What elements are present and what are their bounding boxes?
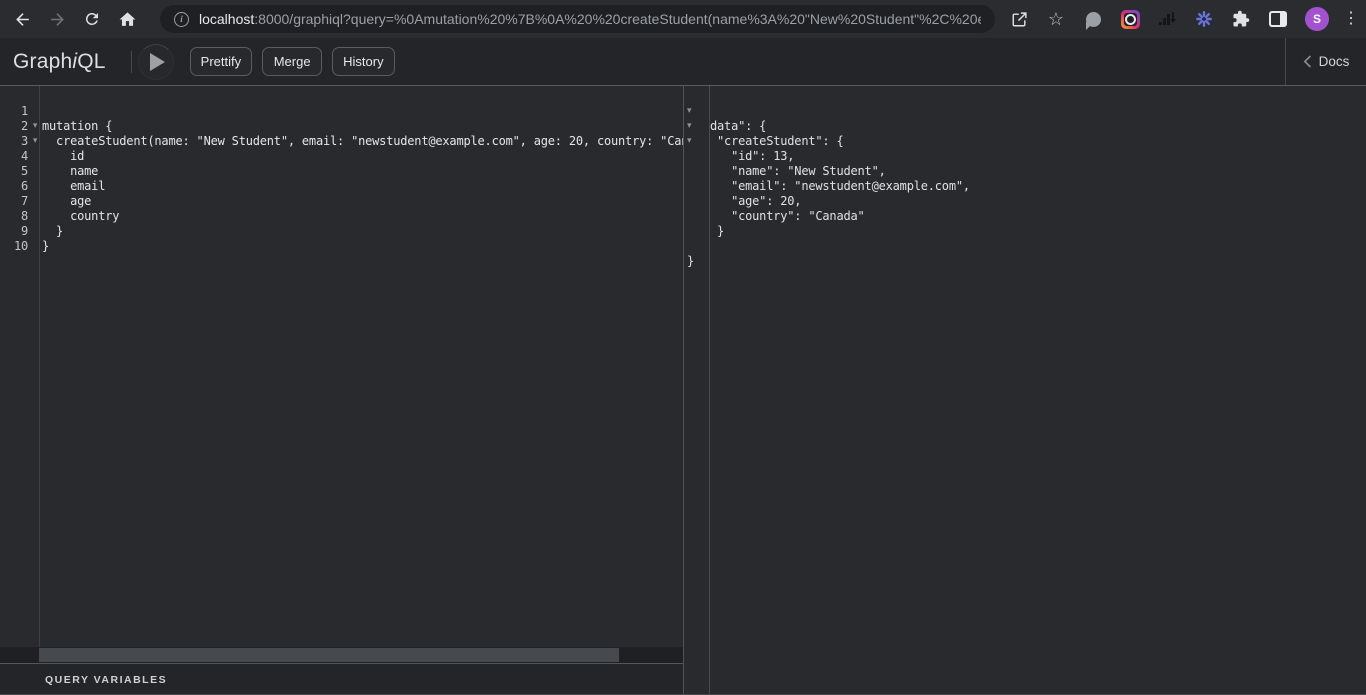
result-line-text: } — [687, 254, 694, 269]
code-line[interactable]: 3 ▾ createStudent(name: "New Student", e… — [0, 134, 683, 149]
result-pane[interactable]: ▾ ▾ data": { ▾ "createStudent": { — [684, 86, 1366, 695]
line-number: 1 — [0, 104, 28, 119]
graphiql-logo: GraphiQL — [13, 50, 106, 74]
result-line: ▾ "country": "Canada" — [684, 209, 1366, 224]
query-variables-label: QUERY VARIABLES — [45, 674, 167, 686]
line-number: 9 — [0, 224, 28, 239]
code-line[interactable]: 6 ▾ email — [0, 179, 683, 194]
query-variables-bar[interactable]: QUERY VARIABLES — [0, 663, 683, 695]
code-line-text: } — [42, 239, 49, 254]
result-line: ▾ } — [684, 224, 1366, 239]
result-line: ▾ — [684, 104, 1366, 119]
toolbar-button[interactable]: Merge — [262, 47, 322, 76]
toolbar-button[interactable]: Prettify — [190, 47, 252, 76]
bookmark-star-icon[interactable]: ☆ — [1046, 9, 1066, 29]
graphiql-app-window: i localhost:8000/graphiql?query=%0Amutat… — [0, 0, 1366, 695]
code-line[interactable]: 2 ▾ mutation { — [0, 119, 683, 134]
side-panel-icon[interactable] — [1268, 9, 1288, 29]
line-number: 7 — [0, 194, 28, 209]
profile-avatar[interactable]: S — [1305, 7, 1329, 31]
fold-arrow-icon[interactable]: ▾ — [684, 134, 710, 149]
result-line: ▾ data": { — [684, 119, 1366, 134]
code-line-text: name — [42, 164, 98, 179]
url-text[interactable]: localhost:8000/graphiql?query=%0Amutatio… — [199, 11, 981, 27]
result-line: ▾ } — [684, 254, 1366, 269]
fold-arrow-icon[interactable]: ▾ — [684, 104, 710, 119]
extension-burst-icon[interactable] — [1194, 9, 1214, 29]
play-icon — [150, 53, 165, 71]
site-info-icon[interactable]: i — [174, 12, 189, 27]
extension-balloon-icon[interactable] — [1083, 9, 1103, 29]
result-line-text: data": { — [710, 119, 766, 134]
forward-button[interactable] — [47, 9, 67, 29]
result-line-text: "createStudent": { — [710, 134, 843, 149]
reload-button[interactable] — [82, 9, 102, 29]
code-line-text: } — [42, 224, 63, 239]
code-line[interactable]: 8 ▾ country — [0, 209, 683, 224]
code-line-text: id — [42, 149, 84, 164]
code-line[interactable]: 4 ▾ id — [0, 149, 683, 164]
docs-toggle[interactable]: Docs — [1285, 38, 1366, 85]
home-button[interactable] — [117, 9, 137, 29]
extensions-puzzle-icon[interactable] — [1231, 9, 1251, 29]
code-line-text: createStudent(name: "New Student", email… — [42, 134, 683, 149]
toolbar-divider — [131, 51, 132, 73]
code-line[interactable]: 7 ▾ age — [0, 194, 683, 209]
fold-arrow-icon[interactable]: ▾ — [684, 119, 710, 134]
code-line-text: age — [42, 194, 91, 209]
result-line: ▾ — [684, 239, 1366, 254]
result-line: ▾ "name": "New Student", — [684, 164, 1366, 179]
hscrollbar[interactable] — [0, 647, 683, 663]
extension-signal-icon[interactable] — [1157, 9, 1177, 29]
fold-arrow-icon[interactable]: ▾ — [28, 134, 42, 149]
line-number: 2 — [0, 119, 28, 134]
result-line-text: "id": 13, — [710, 149, 794, 164]
chevron-left-icon — [1303, 55, 1312, 68]
result-line: ▾ "id": 13, — [684, 149, 1366, 164]
workspace: 1 ▾ 2 ▾ mutation { 3 ▾ createStudent(na — [0, 86, 1366, 695]
extension-instagram-icon[interactable] — [1120, 9, 1140, 29]
code-line[interactable]: 1 ▾ — [0, 104, 683, 119]
code-line[interactable]: 5 ▾ name — [0, 164, 683, 179]
line-number: 4 — [0, 149, 28, 164]
query-editor[interactable]: 1 ▾ 2 ▾ mutation { 3 ▾ createStudent(na — [0, 86, 684, 695]
line-number: 3 — [0, 134, 28, 149]
result-line: ▾ "createStudent": { — [684, 134, 1366, 149]
code-line-text: country — [42, 209, 119, 224]
docs-label: Docs — [1319, 54, 1350, 69]
hscrollbar-thumb[interactable] — [39, 648, 619, 662]
result-line-text: "country": "Canada" — [710, 209, 865, 224]
execute-button[interactable] — [138, 44, 174, 80]
line-number: 8 — [0, 209, 28, 224]
url-host: localhost — [199, 11, 254, 27]
fold-arrow-icon[interactable]: ▾ — [28, 119, 42, 134]
url-path: :8000/graphiql?query=%0Amutation%20%7B%0… — [254, 11, 981, 27]
result-line: ▾ "age": 20, — [684, 194, 1366, 209]
code-line[interactable]: 10 ▾ } — [0, 239, 683, 254]
avatar-letter: S — [1305, 7, 1329, 31]
browser-menu-icon[interactable]: ⋮ — [1346, 9, 1356, 29]
code-line-text: email — [42, 179, 105, 194]
code-line-text: mutation { — [42, 119, 112, 134]
result-line: ▾ "email": "newstudent@example.com", — [684, 179, 1366, 194]
result-line-text: "age": 20, — [710, 194, 801, 209]
toolbar-button[interactable]: History — [332, 47, 394, 76]
result-line-text: "name": "New Student", — [710, 164, 886, 179]
line-number: 10 — [0, 239, 28, 254]
result-line-text: } — [710, 224, 724, 239]
browser-toolbar: i localhost:8000/graphiql?query=%0Amutat… — [0, 0, 1366, 38]
back-button[interactable] — [12, 9, 32, 29]
code-line[interactable]: 9 ▾ } — [0, 224, 683, 239]
omnibox[interactable]: i localhost:8000/graphiql?query=%0Amutat… — [160, 5, 995, 33]
line-number: 5 — [0, 164, 28, 179]
line-number: 6 — [0, 179, 28, 194]
result-line-text: "email": "newstudent@example.com", — [710, 179, 970, 194]
graphiql-toolbar: GraphiQL Prettify Merge History Docs — [0, 38, 1366, 86]
share-icon[interactable] — [1009, 9, 1029, 29]
